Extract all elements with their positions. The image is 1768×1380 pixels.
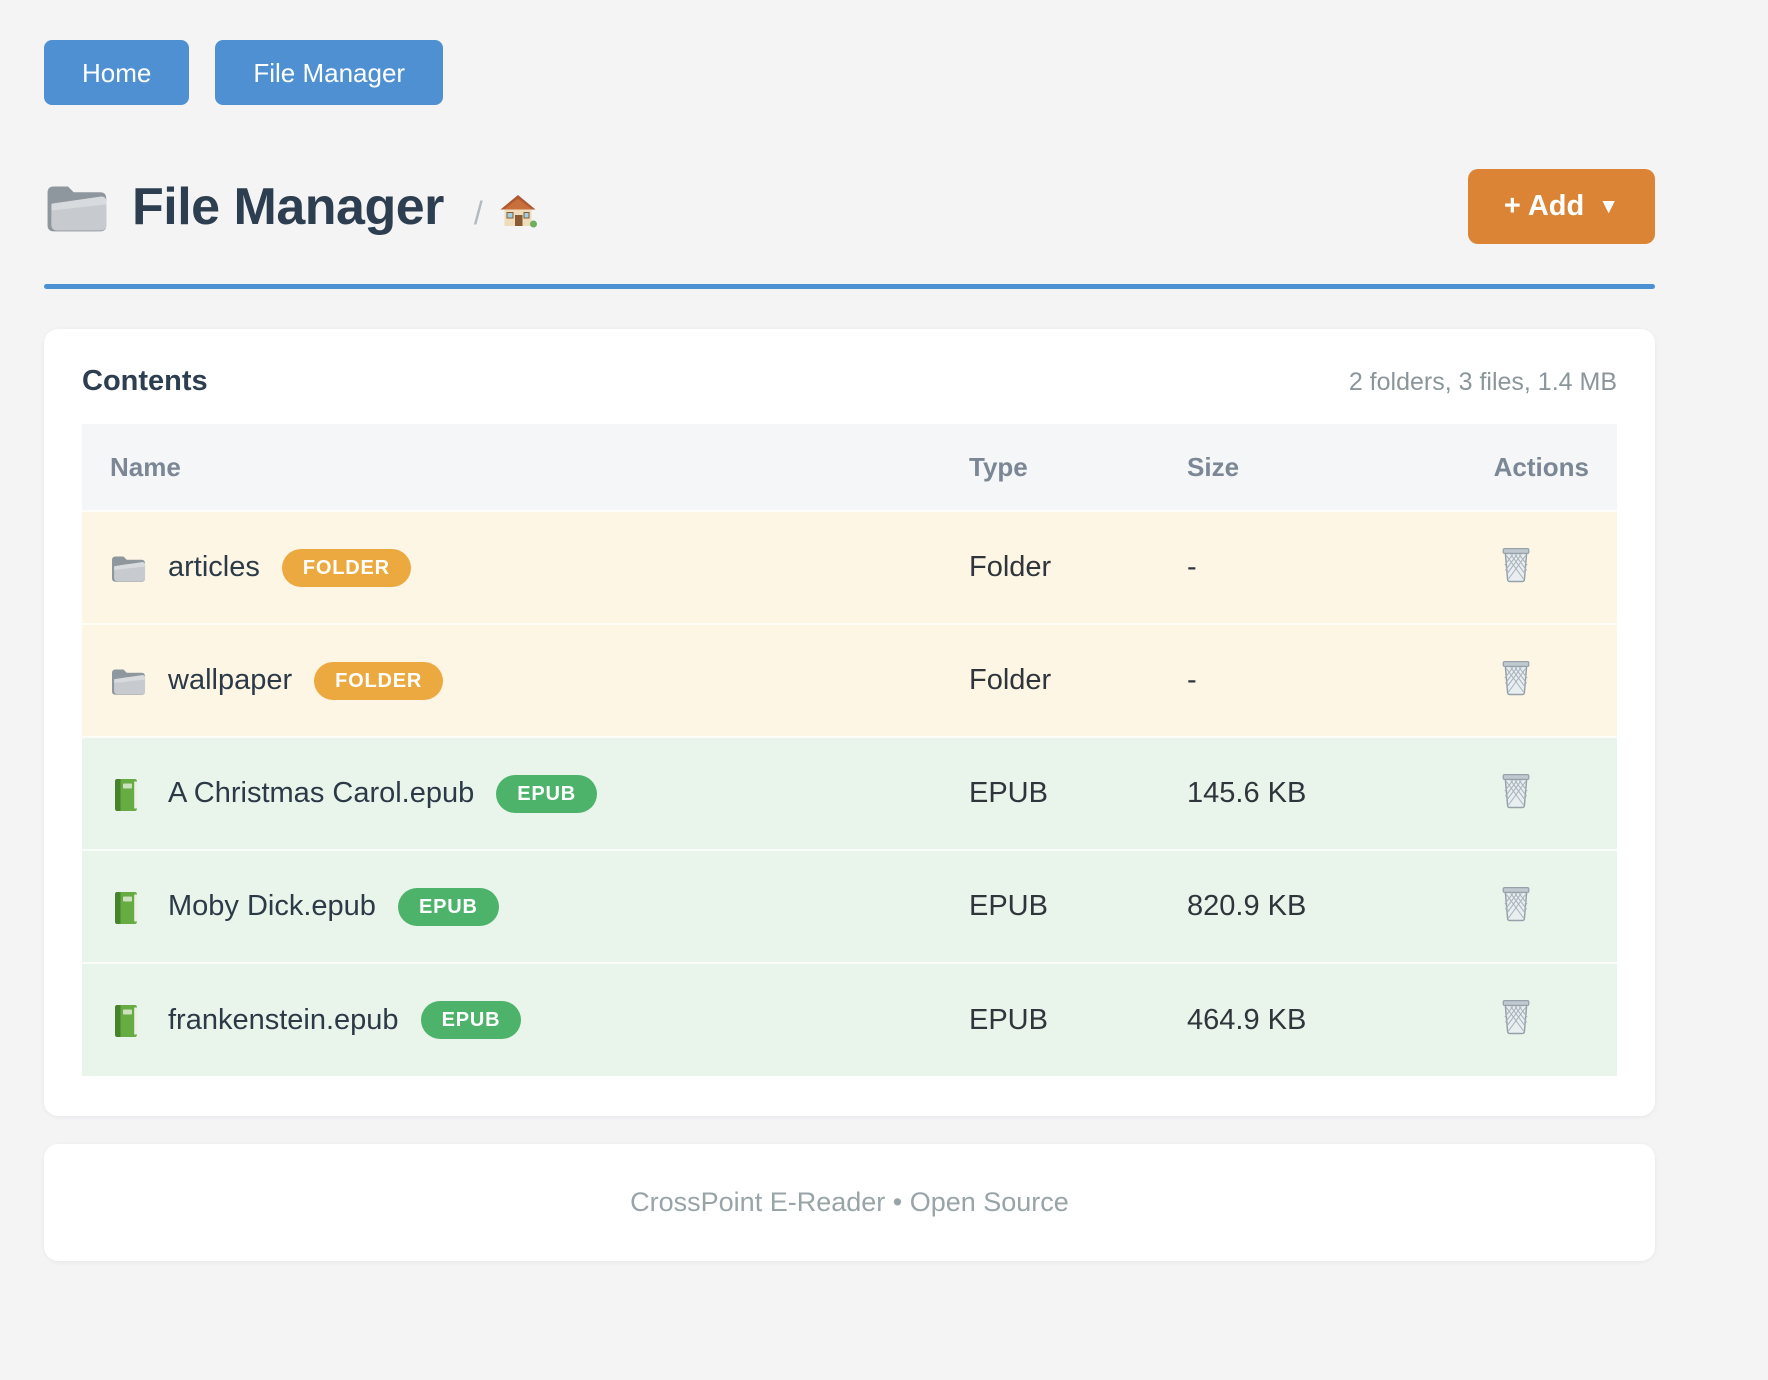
size-cell: - (1159, 624, 1440, 737)
table-row[interactable]: articles FOLDER Folder - (82, 511, 1617, 624)
contents-summary: 2 folders, 3 files, 1.4 MB (1349, 368, 1617, 397)
actions-cell (1440, 511, 1617, 624)
file-name[interactable]: articles (168, 551, 260, 584)
trash-icon (1499, 685, 1533, 700)
add-button-label: + Add (1504, 190, 1584, 223)
page-title: File Manager (132, 177, 444, 237)
type-cell: EPUB (941, 963, 1159, 1076)
nav-file-manager-button[interactable]: File Manager (215, 40, 443, 105)
table-row[interactable]: frankenstein.epub EPUB EPUB 464.9 KB (82, 963, 1617, 1076)
file-name[interactable]: Moby Dick.epub (168, 890, 376, 923)
green-book-icon (110, 778, 146, 810)
top-nav: Home File Manager (44, 40, 1655, 105)
actions-cell (1440, 850, 1617, 963)
folder-icon (110, 665, 146, 697)
trash-icon (1499, 1024, 1533, 1039)
name-cell: frankenstein.epub EPUB (82, 963, 941, 1076)
file-type-badge: EPUB (496, 775, 597, 813)
delete-button[interactable] (1499, 996, 1533, 1036)
file-type-badge: EPUB (398, 888, 499, 926)
column-header-type: Type (941, 424, 1159, 511)
contents-title: Contents (82, 365, 208, 398)
contents-header: Contents 2 folders, 3 files, 1.4 MB (82, 365, 1617, 398)
type-cell: EPUB (941, 737, 1159, 850)
size-cell: 464.9 KB (1159, 963, 1440, 1076)
type-cell: EPUB (941, 850, 1159, 963)
trash-icon (1499, 572, 1533, 587)
nav-home-button[interactable]: Home (44, 40, 189, 105)
delete-button[interactable] (1499, 883, 1533, 923)
breadcrumb-separator: / (474, 195, 483, 232)
actions-cell (1440, 624, 1617, 737)
file-type-badge: FOLDER (314, 662, 443, 700)
file-name[interactable]: A Christmas Carol.epub (168, 777, 474, 810)
column-header-size: Size (1159, 424, 1440, 511)
file-manager-page: Home File Manager File Manager / (0, 0, 1768, 1331)
file-type-badge: EPUB (421, 1001, 522, 1039)
footer-text: CrossPoint E-Reader • Open Source (630, 1187, 1069, 1218)
table-row[interactable]: A Christmas Carol.epub EPUB EPUB 145.6 K… (82, 737, 1617, 850)
chevron-down-icon: ▼ (1598, 195, 1619, 219)
name-cell: Moby Dick.epub EPUB (82, 850, 941, 963)
table-body: articles FOLDER Folder - (82, 511, 1617, 1076)
add-button[interactable]: + Add ▼ (1468, 169, 1655, 244)
actions-cell (1440, 737, 1617, 850)
contents-table: Name Type Size Actions (82, 424, 1617, 1076)
header-divider (44, 284, 1655, 289)
size-cell: - (1159, 511, 1440, 624)
actions-cell (1440, 963, 1617, 1076)
file-name[interactable]: frankenstein.epub (168, 1004, 399, 1037)
name-cell: articles FOLDER (82, 511, 941, 624)
trash-icon (1499, 911, 1533, 926)
column-header-actions: Actions (1440, 424, 1617, 511)
name-cell: A Christmas Carol.epub EPUB (82, 737, 941, 850)
trash-icon (1499, 798, 1533, 813)
green-book-icon (110, 1004, 146, 1036)
file-type-badge: FOLDER (282, 549, 411, 587)
page-header: File Manager / + Add ▼ (44, 169, 1655, 244)
folder-icon (44, 180, 108, 234)
delete-button[interactable] (1499, 544, 1533, 584)
house-icon[interactable] (499, 192, 537, 235)
footer: CrossPoint E-Reader • Open Source (44, 1144, 1655, 1261)
column-header-name: Name (82, 424, 941, 511)
type-cell: Folder (941, 624, 1159, 737)
size-cell: 820.9 KB (1159, 850, 1440, 963)
delete-button[interactable] (1499, 657, 1533, 697)
page-title-group: File Manager / (44, 177, 537, 237)
folder-icon (110, 552, 146, 584)
delete-button[interactable] (1499, 770, 1533, 810)
name-cell: wallpaper FOLDER (82, 624, 941, 737)
table-header-row: Name Type Size Actions (82, 424, 1617, 511)
size-cell: 145.6 KB (1159, 737, 1440, 850)
table-row[interactable]: wallpaper FOLDER Folder - (82, 624, 1617, 737)
type-cell: Folder (941, 511, 1159, 624)
file-name[interactable]: wallpaper (168, 664, 292, 697)
contents-card: Contents 2 folders, 3 files, 1.4 MB Name… (44, 329, 1655, 1116)
green-book-icon (110, 891, 146, 923)
table-row[interactable]: Moby Dick.epub EPUB EPUB 820.9 KB (82, 850, 1617, 963)
breadcrumb: / (474, 192, 537, 235)
